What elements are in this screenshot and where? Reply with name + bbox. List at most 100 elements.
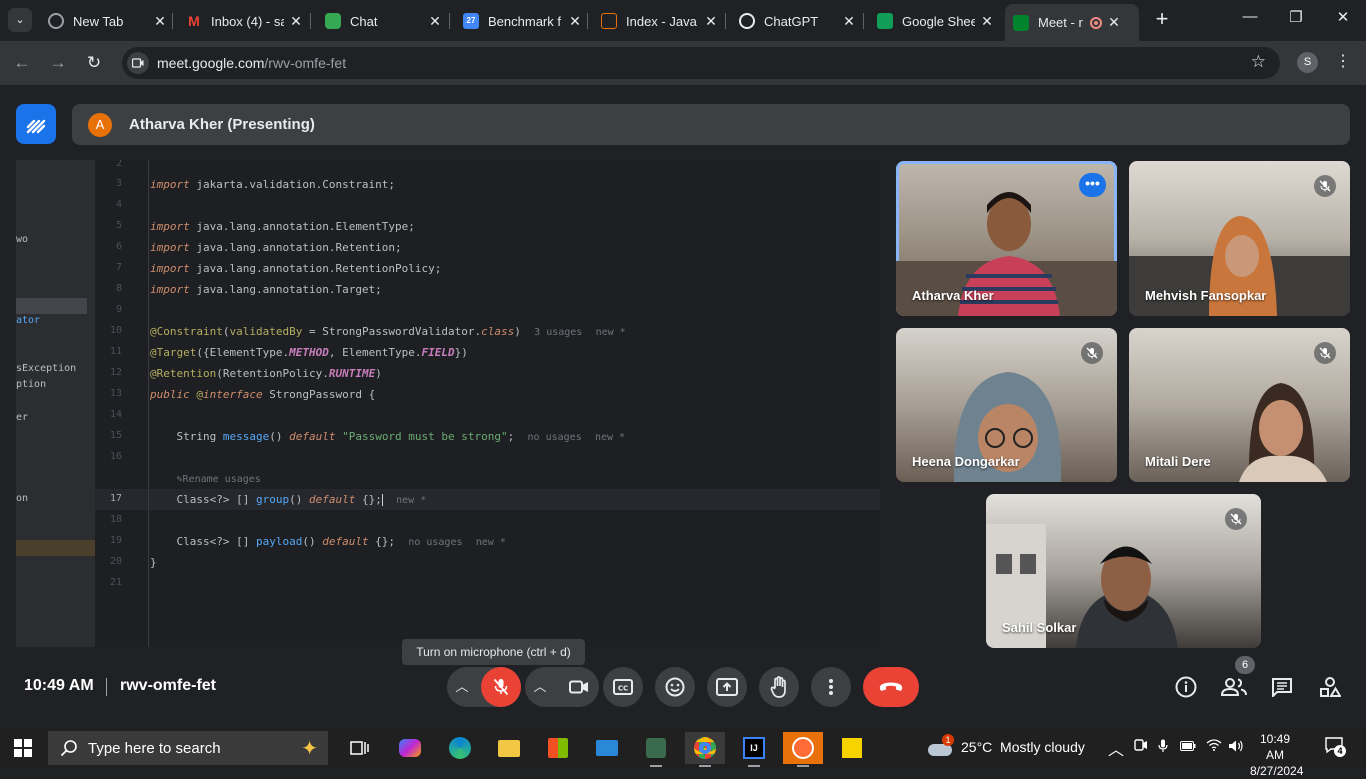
taskbar-store[interactable]: [538, 732, 578, 764]
participant-tile[interactable]: Mitali Dere: [1129, 328, 1350, 482]
reload-button[interactable]: ↻: [82, 51, 106, 75]
taskbar-search-box[interactable]: Type here to search ✦: [48, 731, 328, 765]
reactions-button[interactable]: [655, 667, 695, 707]
mic-toggle-button[interactable]: [481, 667, 521, 707]
tab-gmail[interactable]: M Inbox (4) - sa ✕: [186, 6, 304, 36]
tab-chat[interactable]: Chat ✕: [325, 6, 443, 36]
chat-icon: [1272, 678, 1292, 697]
back-button[interactable]: ←: [10, 51, 34, 75]
forward-button[interactable]: →: [46, 51, 70, 75]
tray-chevron-icon[interactable]: ︿: [1108, 736, 1124, 760]
close-window-button[interactable]: ✕: [1333, 8, 1353, 26]
line-number: 6: [115, 241, 122, 252]
close-icon[interactable]: ✕: [979, 13, 995, 30]
code-line: @Constraint(validatedBy = StrongPassword…: [150, 325, 626, 338]
activities-shapes-icon: [1320, 677, 1341, 697]
weather-alert-badge: 1: [942, 734, 954, 746]
leave-call-button[interactable]: [863, 667, 919, 707]
meet-companion-logo[interactable]: [16, 104, 56, 144]
tab-index-java[interactable]: Index - Java ✕: [601, 6, 719, 36]
captions-button[interactable]: CC: [603, 667, 643, 707]
close-icon[interactable]: ✕: [703, 13, 719, 30]
profile-avatar[interactable]: S: [1297, 52, 1318, 73]
chat-button[interactable]: [1268, 673, 1296, 701]
more-options-button[interactable]: [811, 667, 851, 707]
tab-google-sheets[interactable]: Google Shee ✕: [877, 6, 995, 36]
line-number: 8: [115, 283, 122, 294]
windows-start-icon[interactable]: [14, 739, 32, 757]
windows-taskbar: Type here to search ✦ IJ 1 25°C Mostly c…: [0, 728, 1366, 778]
project-item: ption: [16, 379, 47, 390]
meeting-details-button[interactable]: [1172, 673, 1200, 701]
system-clock[interactable]: 10:49 AM 8/27/2024: [1250, 731, 1303, 779]
taskbar-chrome[interactable]: [685, 732, 725, 767]
restore-button[interactable]: ❐: [1286, 8, 1306, 26]
wifi-icon[interactable]: [1206, 739, 1222, 754]
tab-title: Meet - r: [1038, 15, 1083, 30]
close-icon[interactable]: ✕: [1106, 14, 1122, 31]
participant-name: Mehvish Fansopkar: [1145, 288, 1267, 303]
presenter-avatar: A: [88, 112, 112, 137]
taskbar-sticky-notes[interactable]: [832, 732, 872, 764]
folder-icon: [498, 739, 520, 757]
speaker-icon[interactable]: [1228, 739, 1244, 756]
line-gutter: 2 3 4 5 6 7 8 9 10 11 12 13 14 15 16 17 …: [95, 160, 149, 647]
participant-tile[interactable]: Mehvish Fansopkar: [1129, 161, 1350, 316]
site-info-icon[interactable]: [127, 52, 149, 74]
activities-button[interactable]: [1316, 673, 1344, 701]
audio-options-chevron-icon[interactable]: ︿: [453, 678, 471, 696]
code-line: import java.lang.annotation.RetentionPol…: [150, 262, 442, 275]
participant-tile[interactable]: Sahil Solkar: [986, 494, 1261, 648]
code-line: import java.lang.annotation.Target;: [150, 283, 382, 296]
participant-name: Heena Dongarkar: [912, 454, 1020, 469]
line-number: 9: [115, 304, 122, 315]
video-options-chevron-icon[interactable]: ︿: [531, 678, 549, 696]
mic-off-icon: [1314, 175, 1336, 197]
code-line: public @interface StrongPassword {: [150, 388, 376, 401]
taskbar-file-explorer[interactable]: [489, 732, 529, 764]
close-icon[interactable]: ✕: [152, 13, 168, 30]
taskbar-intellij[interactable]: IJ: [734, 732, 774, 767]
taskbar-postman[interactable]: [783, 732, 823, 767]
raise-hand-button[interactable]: [759, 667, 799, 707]
tab-chatgpt[interactable]: ChatGPT ✕: [739, 6, 857, 36]
meet-tray-icon[interactable]: [1134, 739, 1148, 754]
notification-center[interactable]: 4: [1325, 737, 1346, 757]
tab-meet[interactable]: Meet - r ✕: [1005, 4, 1139, 41]
close-icon[interactable]: ✕: [288, 13, 304, 30]
tab-new-tab[interactable]: New Tab ✕: [48, 6, 168, 36]
bookmark-star-icon[interactable]: ☆: [1251, 52, 1266, 72]
taskbar-app[interactable]: [636, 732, 676, 767]
tab-title: Google Shee: [902, 13, 975, 29]
line-number: 12: [109, 367, 122, 378]
tab-title: Index - Java: [626, 13, 697, 29]
microphone-tray-icon[interactable]: [1158, 739, 1168, 756]
omnibox[interactable]: meet.google.com/rwv-omfe-fet ☆: [122, 47, 1280, 79]
new-tab-button[interactable]: +: [1150, 8, 1174, 32]
browser-menu-icon[interactable]: ⋮: [1335, 51, 1351, 71]
participant-tile[interactable]: ••• Atharva Kher: [896, 161, 1117, 316]
more-options-icon[interactable]: •••: [1079, 173, 1106, 197]
camera-toggle-button[interactable]: [559, 667, 599, 707]
taskbar-copilot[interactable]: [390, 732, 430, 764]
presenter-label: Atharva Kher (Presenting): [129, 116, 315, 133]
people-button[interactable]: [1220, 673, 1248, 701]
tab-benchmark[interactable]: 27 Benchmark f ✕: [463, 6, 583, 36]
close-icon[interactable]: ✕: [427, 13, 443, 30]
close-icon[interactable]: ✕: [567, 13, 583, 30]
close-icon[interactable]: ✕: [841, 13, 857, 30]
participant-tile[interactable]: Heena Dongarkar: [896, 328, 1117, 482]
weather-widget[interactable]: 1 25°C Mostly cloudy: [928, 734, 1085, 756]
presentation-bar: A Atharva Kher (Presenting): [72, 104, 1350, 145]
task-view-button[interactable]: [340, 732, 380, 764]
minimize-button[interactable]: —: [1240, 8, 1260, 25]
present-button[interactable]: [707, 667, 747, 707]
more-vert-icon: [829, 679, 833, 695]
line-number: 20: [109, 556, 122, 567]
tab-title: Chat: [350, 13, 378, 29]
taskbar-mail[interactable]: [587, 732, 627, 764]
tab-search-button[interactable]: ⌄: [8, 8, 32, 32]
battery-icon[interactable]: [1180, 739, 1196, 754]
taskbar-edge[interactable]: [440, 732, 480, 764]
camera-icon: [569, 680, 588, 694]
